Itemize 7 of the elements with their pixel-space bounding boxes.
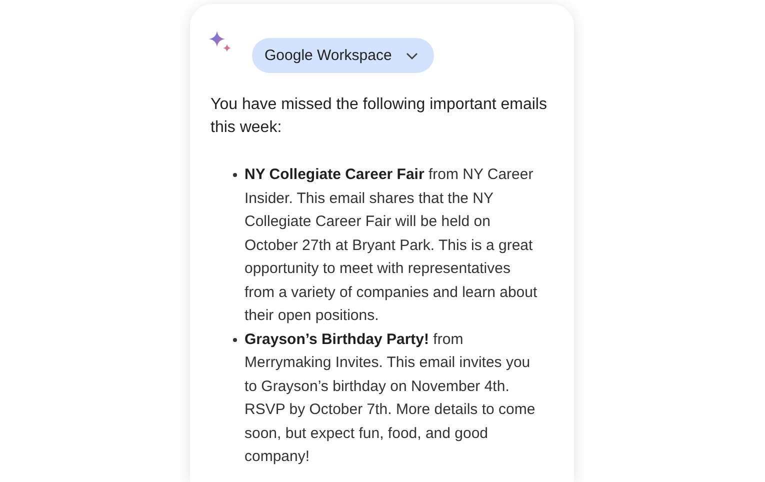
email-summary: Grayson’s Birthday Party! from Merrymaking Invites. This email invites you to Grayson’s birthday on November 4th. RSVP by October 7th. More details to come soon, but expect fun, food, and good company! [244, 330, 536, 467]
bullet [232, 338, 236, 342]
intro-text: You have missed the following important emails this week: [210, 95, 548, 138]
workspace-chip[interactable]: Google Workspace [252, 38, 434, 73]
chevron-down-icon [406, 52, 418, 60]
email-summary: NY Collegiate Career Fair from NY Career Insider. This email shares that the NY Collegiate Career Fair will be held on October 27th at Bryant Park. This is a great opportunity to meet with representatives from a variety of companies and learn about their open positions. [244, 165, 538, 326]
bullet [232, 173, 236, 177]
